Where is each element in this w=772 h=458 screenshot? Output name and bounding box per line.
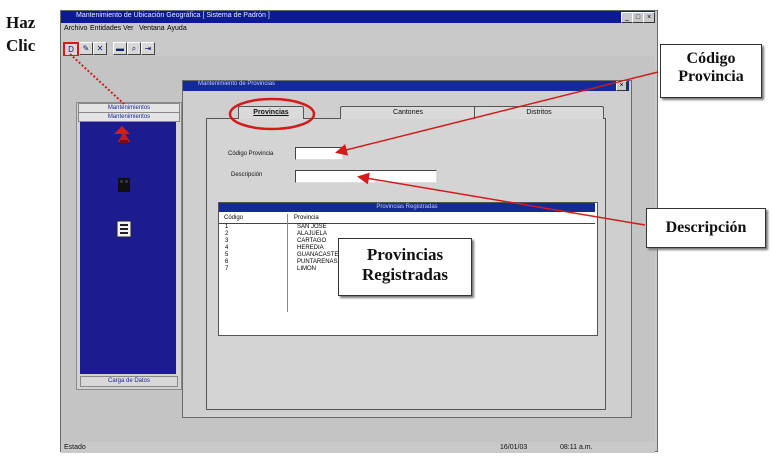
annotation-codigo-provincia: Código Provincia	[660, 44, 762, 98]
annotation-clic: Clic	[6, 36, 36, 55]
annotation-provincias-line2: Registradas	[362, 265, 448, 284]
clic-dotted-arrow	[69, 53, 125, 105]
annotation-codigo-line2: Provincia	[678, 68, 744, 85]
codigo-arrow	[335, 71, 659, 156]
annotation-haz: Haz	[6, 13, 36, 32]
clic-arrow-head	[114, 126, 130, 134]
annotation-descripcion: Descripción	[646, 208, 766, 248]
annotation-provincias-line1: Provincias	[366, 245, 444, 264]
tab-highlight-ellipse	[228, 97, 316, 131]
descripcion-arrow	[357, 172, 646, 226]
annotation-provincias-registradas: Provincias Registradas	[338, 238, 472, 296]
annotation-codigo-line1: Código	[686, 50, 736, 67]
